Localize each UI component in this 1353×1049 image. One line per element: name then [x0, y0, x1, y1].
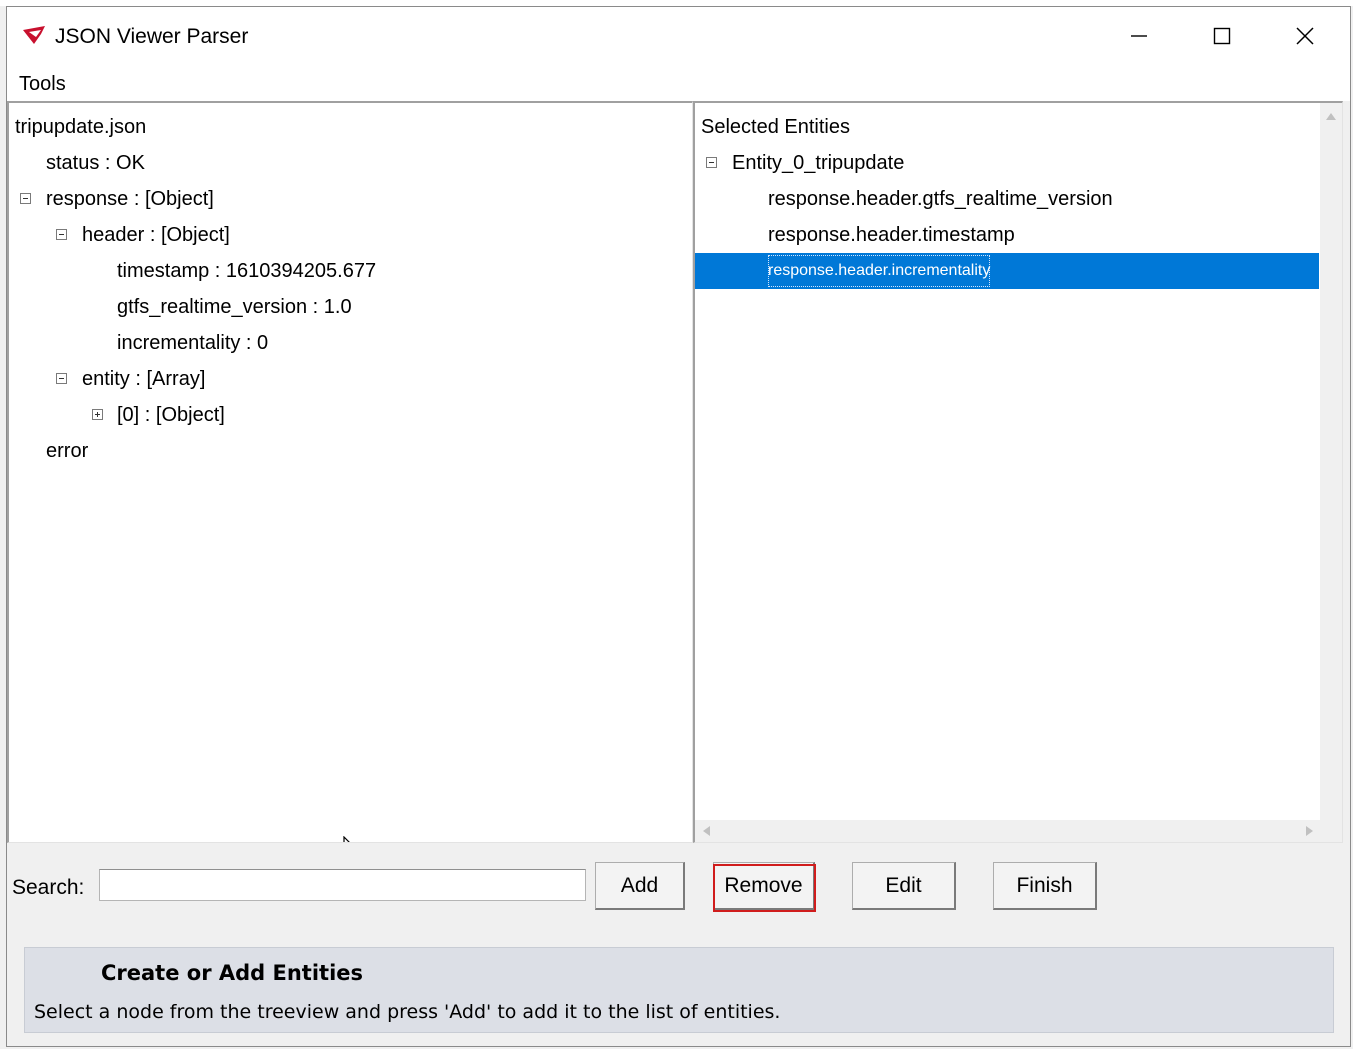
- close-icon: [1296, 27, 1314, 45]
- entity-item[interactable]: response.header.timestamp: [695, 217, 1295, 253]
- selected-entities-view[interactable]: Selected Entities Entity_0_tripupdate re…: [693, 101, 1343, 843]
- mouse-pointer-icon: [343, 835, 363, 842]
- help-panel: Create or Add Entities Select a node fro…: [24, 947, 1334, 1033]
- scroll-left-icon[interactable]: [703, 826, 710, 836]
- search-input[interactable]: [99, 869, 586, 901]
- maximize-icon: [1213, 27, 1231, 45]
- entity-item[interactable]: response.header.gtfs_realtime_version: [695, 181, 1295, 217]
- scroll-right-icon[interactable]: [1306, 826, 1313, 836]
- finish-button[interactable]: Finish: [993, 862, 1097, 910]
- horizontal-scrollbar[interactable]: [695, 820, 1321, 842]
- entity-item-selected[interactable]: response.header.incrementality: [695, 253, 1319, 289]
- help-text: Select a node from the treeview and pres…: [34, 1001, 781, 1023]
- tree-node-status[interactable]: status : OK: [9, 145, 609, 181]
- tree-node-response[interactable]: response : [Object]: [9, 181, 609, 217]
- json-tree-view[interactable]: tripupdate.json status : OK response : […: [7, 101, 693, 843]
- vertical-scrollbar[interactable]: [1320, 103, 1342, 842]
- minimize-icon: [1131, 35, 1147, 37]
- entities-root-label: Selected Entities: [701, 116, 850, 138]
- tree-node-timestamp[interactable]: timestamp : 1610394205.677: [9, 253, 609, 289]
- tree-node-label: entity : [Array]: [82, 368, 206, 390]
- remove-button[interactable]: Remove: [713, 862, 815, 910]
- search-label: Search:: [12, 876, 85, 899]
- collapse-icon[interactable]: [20, 193, 31, 204]
- minimize-button[interactable]: [1099, 7, 1179, 65]
- window-title: JSON Viewer Parser: [55, 25, 249, 48]
- entity-group[interactable]: Entity_0_tripupdate: [695, 145, 1295, 181]
- app-window: JSON Viewer Parser Tools tripupdate.json: [6, 6, 1351, 1047]
- tree-node-label: gtfs_realtime_version : 1.0: [117, 296, 352, 318]
- collapse-icon[interactable]: [706, 157, 717, 168]
- tree-node-incrementality[interactable]: incrementality : 0: [9, 325, 609, 361]
- maximize-button[interactable]: [1182, 7, 1262, 65]
- collapse-icon[interactable]: [56, 373, 67, 384]
- edit-button[interactable]: Edit: [852, 862, 956, 910]
- app-logo-icon: [21, 24, 51, 48]
- tree-node-error[interactable]: error: [9, 433, 609, 469]
- tree-node-label: [0] : [Object]: [117, 404, 225, 426]
- tree-node-gtfs-version[interactable]: gtfs_realtime_version : 1.0: [9, 289, 609, 325]
- help-title: Create or Add Entities: [101, 961, 364, 985]
- tree-root-label: tripupdate.json: [15, 116, 147, 138]
- expand-icon[interactable]: [92, 409, 103, 420]
- menu-tools[interactable]: Tools: [19, 72, 66, 96]
- collapse-icon[interactable]: [56, 229, 67, 240]
- tree-node-entity-0[interactable]: [0] : [Object]: [9, 397, 609, 433]
- tree-node-entity[interactable]: entity : [Array]: [9, 361, 609, 397]
- scrollbar-corner: [1320, 820, 1342, 842]
- tree-node-label: status : OK: [46, 152, 145, 174]
- scroll-up-icon[interactable]: [1326, 113, 1336, 120]
- tree-node-label: header : [Object]: [82, 224, 230, 246]
- close-button[interactable]: [1265, 7, 1345, 65]
- title-bar[interactable]: JSON Viewer Parser: [7, 7, 1350, 65]
- tree-node-header[interactable]: header : [Object]: [9, 217, 609, 253]
- entity-item-label: response.header.incrementality: [768, 255, 991, 287]
- tree-node-label: timestamp : 1610394205.677: [117, 260, 377, 282]
- entity-item-label: response.header.gtfs_realtime_version: [768, 188, 1113, 210]
- entity-item-label: response.header.timestamp: [768, 224, 1015, 246]
- tree-node-label: response : [Object]: [46, 188, 214, 210]
- menu-bar: Tools: [7, 65, 1350, 101]
- tree-node-label: error: [46, 440, 89, 462]
- tree-node-label: incrementality : 0: [117, 332, 269, 354]
- entity-group-label: Entity_0_tripupdate: [732, 152, 905, 174]
- add-button[interactable]: Add: [595, 862, 685, 910]
